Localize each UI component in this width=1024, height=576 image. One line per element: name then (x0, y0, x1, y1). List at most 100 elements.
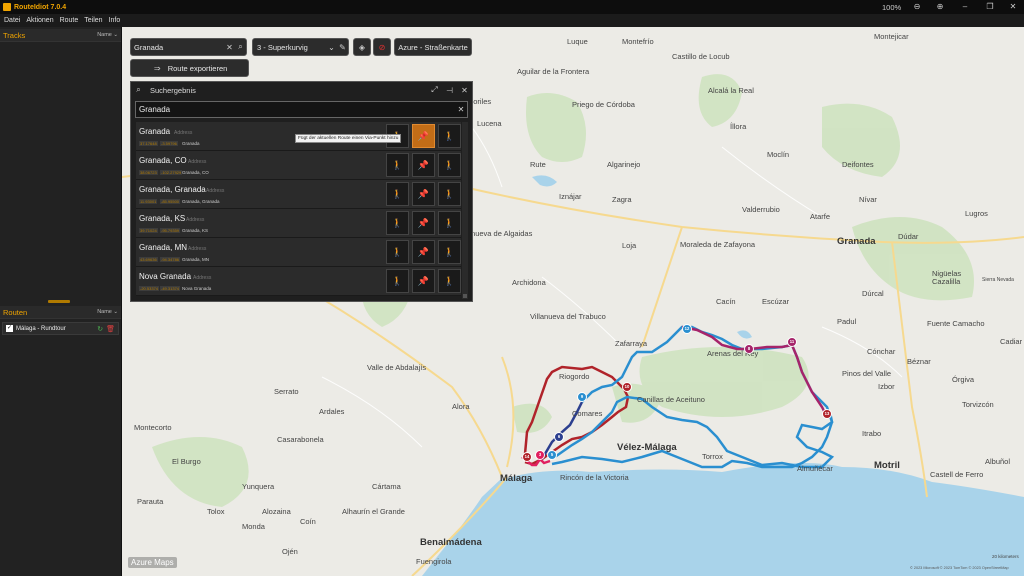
waypoint-marker[interactable]: 14 (522, 452, 532, 462)
routes-sort-select[interactable]: Name ⌄ (97, 309, 118, 315)
waypoint-marker[interactable]: 3 (535, 450, 545, 460)
location-search-input[interactable]: Granada (134, 43, 224, 52)
result-subtitle: Granada, MN (182, 257, 210, 262)
walker-icon: 🚶 (443, 217, 456, 228)
stop-button[interactable]: ⊘ (373, 38, 391, 56)
location-search-box[interactable]: Granada ✕ ⌕ (130, 38, 247, 56)
add-via-point-button[interactable]: 📌 (412, 211, 435, 235)
result-type: Address (206, 188, 225, 194)
chevron-down-icon: ⌄ (328, 42, 335, 52)
waypoint-marker[interactable]: 10 (622, 382, 632, 392)
set-start-button[interactable]: 🚶 (386, 153, 409, 177)
clear-query-icon[interactable]: ✕ (455, 105, 467, 114)
add-via-point-button[interactable]: 📌 (412, 124, 435, 148)
map-place: Sierra Nevada (982, 277, 1014, 283)
export-route-button[interactable]: ⇒ Route exportieren (130, 59, 249, 77)
walker-icon: 🚶 (391, 275, 404, 286)
map-style-label: Azure - Straßenkarte (398, 42, 468, 52)
search-result-item[interactable]: Granada, Granada Address 11.93001 -85.95… (136, 180, 461, 209)
search-result-item[interactable]: Granada, MN Address 43.69636 -94.34786 G… (136, 238, 461, 267)
set-start-button[interactable]: 🚶 (386, 240, 409, 264)
set-destination-button[interactable]: 🚶 (438, 211, 461, 235)
route-direction-button[interactable]: ◈ (353, 38, 371, 56)
result-lon: -49.31374 (160, 286, 181, 291)
close-icon[interactable]: ✕ (457, 86, 472, 95)
map-place: Rute (530, 160, 546, 169)
set-destination-button[interactable]: 🚶 (438, 269, 461, 293)
result-subtitle: Granada, Granada (182, 199, 220, 204)
set-start-button[interactable]: 🚶 (386, 182, 409, 206)
map-place: Parauta (137, 497, 164, 506)
map-place: Benalmádena (420, 537, 482, 548)
result-lat: 43.69636 (139, 257, 158, 262)
menu-datei[interactable]: Datei (4, 17, 20, 24)
result-name: Granada, KS (139, 214, 186, 223)
restore-icon[interactable]: ❐ (983, 1, 997, 13)
result-lat: -20.53374 (139, 286, 160, 291)
walker-icon: 🚶 (443, 159, 456, 170)
expand-icon[interactable]: ⤢ (427, 85, 442, 95)
set-destination-button[interactable]: 🚶 (438, 182, 461, 206)
add-via-point-button[interactable]: 📌 (412, 182, 435, 206)
set-destination-button[interactable]: 🚶 (438, 153, 461, 177)
route-visible-checkbox[interactable]: ✓ (6, 325, 13, 332)
menu-route[interactable]: Route (60, 17, 79, 24)
results-scrollbar[interactable] (462, 122, 468, 299)
pin-panel-icon[interactable]: ⊣ (442, 86, 457, 95)
refresh-icon[interactable]: ↻ (97, 325, 103, 333)
result-lon: -85.95500 (160, 199, 181, 204)
menu-teilen[interactable]: Teilen (84, 17, 102, 24)
add-via-point-button[interactable]: 📌 (412, 269, 435, 293)
map-place: Zagra (612, 195, 632, 204)
set-start-button[interactable]: 🚶 (386, 269, 409, 293)
search-icon[interactable]: ⌕ (235, 42, 246, 52)
scroll-down-arrow[interactable] (463, 294, 467, 298)
search-result-item[interactable]: Nova Granada Address -20.53374 -49.31374… (136, 267, 461, 296)
waypoint-marker[interactable]: 5 (547, 450, 557, 460)
zoom-out-icon[interactable]: ⊖ (910, 1, 924, 13)
clear-search-icon[interactable]: ✕ (224, 43, 235, 52)
map-style-button[interactable]: Azure - Straßenkarte (394, 38, 472, 56)
map-place: Castell de Ferro (930, 470, 984, 479)
search-result-item[interactable]: Granada, KS Address 39.71024 -95.79359 G… (136, 209, 461, 238)
search-query-input[interactable]: Granada (139, 105, 455, 114)
map-place: Ojén (282, 547, 298, 556)
pin-icon: 📌 (417, 130, 430, 141)
minimize-icon[interactable]: – (958, 1, 972, 13)
set-destination-button[interactable]: 🚶 (438, 240, 461, 264)
zoom-in-icon[interactable]: ⊕ (933, 1, 947, 13)
map-place: Torrox (702, 452, 723, 461)
waypoint-marker[interactable]: 13 (822, 409, 832, 419)
map-place: Montejicar (874, 32, 909, 41)
search-result-item[interactable]: Granada Address 37.17648 -3.59796 Granad… (136, 122, 461, 151)
waypoint-marker[interactable]: 11 (787, 337, 797, 347)
result-name: Granada, MN (139, 243, 188, 252)
pin-icon: 📌 (417, 188, 430, 199)
route-item[interactable]: ✓ Málaga - Rundtour ↻ 🗑 (2, 322, 119, 335)
add-via-point-button[interactable]: 📌 (412, 153, 435, 177)
menu-aktionen[interactable]: Aktionen (26, 17, 53, 24)
edit-icon[interactable]: ✎ (337, 43, 348, 52)
waypoint-marker[interactable]: 9 (577, 392, 587, 402)
add-via-point-button[interactable]: 📌 (412, 240, 435, 264)
panel-splitter[interactable] (48, 300, 70, 303)
map-place: Órgiva (952, 375, 975, 384)
map-place: Fuengirola (416, 557, 452, 566)
zoom-level: 100% (882, 3, 902, 12)
waypoint-marker[interactable]: 6 (554, 432, 564, 442)
search-result-item[interactable]: Granada, CO Address 38.06723 -102.27929 … (136, 151, 461, 180)
search-query-field[interactable]: Granada ✕ (135, 101, 468, 118)
delete-icon[interactable]: 🗑 (106, 325, 115, 333)
routing-style-select[interactable]: 3 - Superkurvig ⌄ ✎ (252, 38, 349, 56)
set-start-button[interactable]: 🚶 (386, 211, 409, 235)
close-window-icon[interactable]: ✕ (1006, 1, 1020, 13)
via-point-tooltip: Fügt der aktuellen Route einen Via-Punkt… (295, 134, 402, 143)
map-place: Castillo de Locub (672, 52, 730, 61)
tracks-sort-select[interactable]: Name ⌄ (97, 32, 118, 38)
map-place: Lucena (477, 119, 502, 128)
set-destination-button[interactable]: 🚶 (438, 124, 461, 148)
map-place: Monda (242, 522, 265, 531)
waypoint-marker[interactable]: 12 (682, 324, 692, 334)
menu-info[interactable]: Info (109, 17, 121, 24)
waypoint-marker[interactable]: 8 (744, 344, 754, 354)
